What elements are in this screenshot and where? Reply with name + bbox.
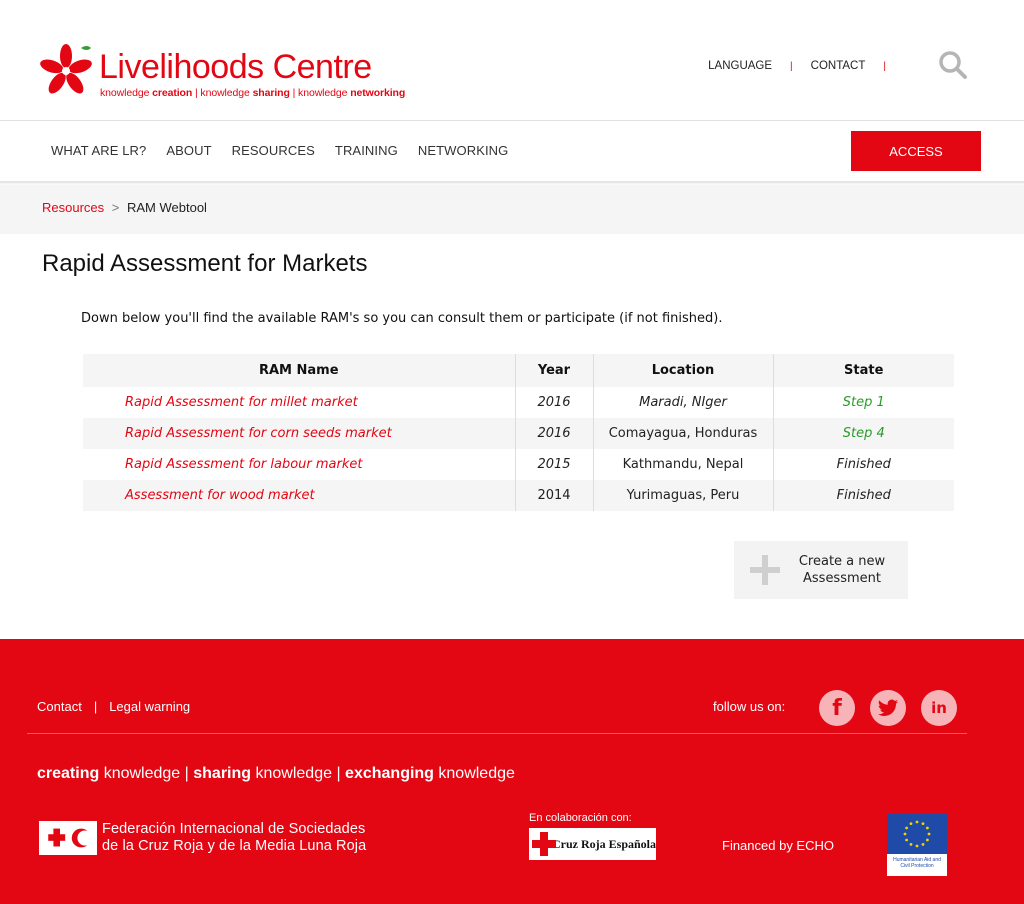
breadcrumb-resources-link[interactable]: Resources [42,200,104,215]
location-cell: Kathmandu, Nepal [592,449,773,480]
eu-flag-icon [887,814,947,854]
page-title: Rapid Assessment for Markets [42,250,368,277]
twitter-icon[interactable] [870,690,906,726]
column-header-state: State [772,354,954,387]
cruz-roja-espanola-logo[interactable]: Cruz Roja Española [529,828,656,860]
location-cell: Comayagua, Honduras [592,418,773,449]
nav-item-resources[interactable]: RESOURCES [232,143,315,158]
year-cell: 2014 [514,480,593,511]
financed-by-label: Financed by ECHO [722,838,834,853]
site-footer: Contact | Legal warning follow us on: f … [0,639,1024,904]
location-cell: Maradi, NIger [592,387,773,418]
column-header-ram-name: RAM Name [83,354,515,387]
breadcrumb: Resources > RAM Webtool [0,185,1024,234]
nav-items: WHAT ARE LR? ABOUT RESOURCES TRAINING NE… [51,143,528,158]
state-cell: Finished [772,449,954,480]
table-header-row: RAM Name Year Location State [83,354,954,387]
footer-legal-warning-link[interactable]: Legal warning [109,699,190,714]
top-links-separator: | [883,60,886,72]
ram-link[interactable]: Rapid Assessment for millet market [125,395,358,410]
ram-name-cell: Rapid Assessment for labour market [83,449,515,480]
nav-item-what-are-lr[interactable]: WHAT ARE LR? [51,143,146,158]
create-assessment-button[interactable]: Create a new Assessment [734,541,908,599]
linkedin-icon[interactable]: in [921,690,957,726]
ram-name-cell: Rapid Assessment for corn seeds market [83,418,515,449]
collaboration-label: En colaboración con: [529,812,632,824]
top-links-separator: | [790,60,793,72]
top-links: LANGUAGE | CONTACT | [708,60,904,72]
state-cell[interactable]: Step 1 [772,387,954,418]
footer-divider [27,733,967,734]
ram-link[interactable]: Rapid Assessment for corn seeds market [125,426,392,441]
logo-title: Livelihoods Centre [99,48,372,86]
footer-contact-link[interactable]: Contact [37,699,82,714]
year-cell: 2016 [514,418,593,449]
table-row: Rapid Assessment for millet market 2016 … [83,387,954,418]
follow-us-label: follow us on: [713,699,786,714]
contact-link[interactable]: CONTACT [811,60,866,72]
breadcrumb-separator: > [111,200,120,215]
create-assessment-label: Create a new Assessment [798,554,886,586]
facebook-icon[interactable]: f [819,690,855,726]
ram-name-cell: Assessment for wood market [83,480,515,511]
site-header: Livelihoods Centre knowledge creation | … [0,0,1024,121]
ram-link[interactable]: Rapid Assessment for labour market [125,457,362,472]
echo-logo[interactable]: Humanitarian Aid and Civil Protection [887,814,947,876]
table-row: Rapid Assessment for corn seeds market 2… [83,418,954,449]
echo-caption: Humanitarian Aid and Civil Protection [893,857,941,869]
nav-item-about[interactable]: ABOUT [166,143,211,158]
column-header-year: Year [514,354,593,387]
access-button[interactable]: ACCESS [851,131,981,171]
ram-table: RAM Name Year Location State Rapid Asses… [83,354,954,511]
flower-logo-icon [40,44,92,94]
footer-links: Contact | Legal warning [37,699,190,714]
red-cross-icon [532,832,556,856]
cruz-roja-text: Cruz Roja Española [551,836,656,851]
main-nav: WHAT ARE LR? ABOUT RESOURCES TRAINING NE… [0,121,1024,183]
year-cell: 2016 [514,387,593,418]
footer-tagline: creating knowledge | sharing knowledge |… [37,765,515,782]
intro-text: Down below you'll find the available RAM… [81,311,723,326]
red-cross-crescent-icon [39,821,97,855]
ifrc-name: Federación Internacional de Sociedades de… [102,821,367,854]
twitter-bird-icon [877,699,899,716]
ifrc-logo[interactable]: Federación Internacional de Sociedades de… [39,821,366,855]
search-icon[interactable] [938,50,968,80]
location-cell: Yurimaguas, Peru [592,480,773,511]
language-link[interactable]: LANGUAGE [708,60,772,72]
state-cell: Finished [772,480,954,511]
state-cell[interactable]: Step 4 [772,418,954,449]
column-header-location: Location [592,354,773,387]
footer-links-separator: | [93,699,98,714]
year-cell: 2015 [514,449,593,480]
table-row: Rapid Assessment for labour market 2015 … [83,449,954,480]
nav-item-networking[interactable]: NETWORKING [418,143,509,158]
nav-item-training[interactable]: TRAINING [335,143,398,158]
ram-name-cell: Rapid Assessment for millet market [83,387,515,418]
breadcrumb-current: RAM Webtool [126,200,207,215]
plus-icon [750,555,780,585]
logo-tagline: knowledge creation | knowledge sharing |… [100,87,406,99]
ram-link[interactable]: Assessment for wood market [125,488,315,503]
table-row: Assessment for wood market 2014 Yurimagu… [83,480,954,511]
livelihoods-centre-logo[interactable]: Livelihoods Centre knowledge creation | … [37,42,406,104]
